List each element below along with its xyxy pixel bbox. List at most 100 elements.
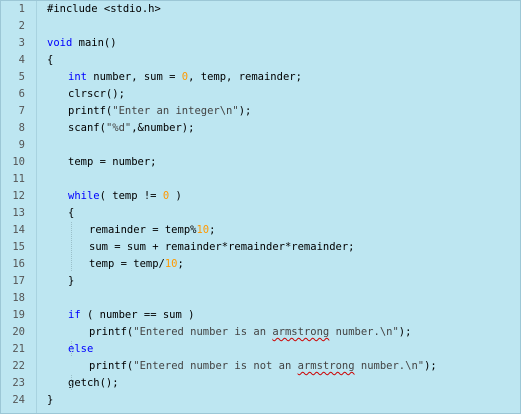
string-token: "Enter an integer\n"	[112, 105, 239, 117]
line-number: 13	[12, 207, 25, 219]
code-token: remainder = temp%	[89, 224, 197, 236]
code-line[interactable]: 18	[1, 290, 520, 307]
code-token: main()	[72, 37, 117, 49]
code-token: }	[68, 275, 75, 287]
code-line[interactable]: 7 printf("Enter an integer\n");	[1, 103, 520, 120]
code-token: {	[47, 54, 54, 66]
line-number: 4	[18, 54, 25, 66]
code-line[interactable]: 13 {	[1, 205, 520, 222]
code-line[interactable]: 16 temp = temp/10;	[1, 256, 520, 273]
code-token: }	[47, 394, 54, 406]
line-code: while( temp != 0 )	[68, 188, 182, 205]
code-line[interactable]: 23 getch();	[1, 375, 520, 392]
line-number: 12	[12, 190, 25, 202]
misspelled-word: armstrong	[297, 360, 355, 372]
code-line[interactable]: 11	[1, 171, 520, 188]
code-line[interactable]: 5 int number, sum = 0, temp, remainder;	[1, 69, 520, 86]
line-number: 19	[12, 309, 25, 321]
code-line[interactable]: 6 clrscr();	[1, 86, 520, 103]
code-line[interactable]: 19 if ( number == sum )	[1, 307, 520, 324]
line-number: 20	[12, 326, 25, 338]
line-number: 17	[12, 275, 25, 287]
code-token: printf(	[89, 360, 134, 372]
line-number: 1	[18, 3, 25, 15]
code-line[interactable]: 8 scanf("%d",&number);	[1, 120, 520, 137]
line-number: 21	[12, 343, 25, 355]
keyword-token: int	[68, 71, 87, 83]
code-token: getch();	[68, 377, 119, 389]
keyword-token: if	[68, 309, 81, 321]
line-code: if ( number == sum )	[68, 307, 194, 324]
line-code: {	[68, 205, 74, 222]
code-token: );	[238, 105, 252, 117]
code-token: temp = number;	[68, 156, 157, 168]
string-token: "Entered number is not an	[133, 360, 298, 372]
line-number: 15	[12, 241, 25, 253]
line-number: 5	[18, 71, 25, 83]
line-number: 24	[12, 394, 25, 406]
code-token: ;	[177, 258, 184, 270]
code-token: #include <stdio.h>	[47, 3, 161, 15]
code-line[interactable]: 20 printf("Entered number is an armstrong…	[1, 324, 520, 341]
code-line[interactable]: 3 void main()	[1, 35, 520, 52]
code-line[interactable]: 10 temp = number;	[1, 154, 520, 171]
code-line[interactable]: 14 remainder = temp%10;	[1, 222, 520, 239]
line-code: remainder = temp%10;	[89, 222, 215, 239]
code-token: , temp, remainder;	[188, 71, 302, 83]
line-code: temp = temp/10;	[89, 256, 184, 273]
code-editor[interactable]: 1 #include <stdio.h> 2 3 void main() 4{5 int n…	[0, 0, 521, 414]
code-token: ;	[209, 224, 216, 236]
code-line[interactable]: 21 else	[1, 341, 520, 358]
indent-guide	[71, 341, 72, 356]
code-line[interactable]: 9	[1, 137, 520, 154]
line-code: {	[47, 52, 53, 69]
code-token: sum = sum + remainder*remainder*remainde…	[89, 241, 355, 253]
line-code: }	[68, 273, 74, 290]
code-token: ( temp !=	[99, 190, 163, 202]
line-number: 7	[18, 105, 25, 117]
code-line[interactable]: 2	[1, 18, 520, 35]
string-token: number.\n"	[329, 326, 399, 338]
line-number: 6	[18, 88, 25, 100]
code-line[interactable]: 24}	[1, 392, 520, 409]
keyword-token: void	[47, 37, 73, 49]
string-token: "Entered number is an	[133, 326, 273, 338]
line-code: void main()	[47, 35, 117, 52]
code-token: );	[398, 326, 412, 338]
line-number: 11	[12, 173, 25, 185]
line-code: printf("Entered number is an armstrong n…	[89, 324, 411, 341]
string-token: number.\n"	[354, 360, 425, 372]
code-line[interactable]: 22 printf("Entered number is not an armst…	[1, 358, 520, 375]
string-token: "%d"	[105, 122, 132, 134]
code-token: clrscr();	[68, 88, 125, 100]
line-code: scanf("%d",&number);	[68, 120, 194, 137]
code-line[interactable]: 15 sum = sum + remainder*remainder*remain…	[1, 239, 520, 256]
code-line[interactable]: 12 while( temp != 0 )	[1, 188, 520, 205]
line-code: }	[47, 392, 53, 409]
line-number: 22	[12, 360, 25, 372]
line-number: 9	[18, 139, 25, 151]
line-code: printf("Entered number is not an armstro…	[89, 358, 437, 375]
line-code: printf("Enter an integer\n");	[68, 103, 251, 120]
line-code: temp = number;	[68, 154, 157, 171]
code-token: ,&number);	[131, 122, 195, 134]
keyword-token: while	[68, 190, 100, 202]
code-token: number, sum =	[86, 71, 182, 83]
line-code: #include <stdio.h>	[47, 1, 161, 18]
code-line[interactable]: 1 #include <stdio.h>	[1, 1, 520, 18]
code-token: printf(	[89, 326, 134, 338]
code-token: printf(	[68, 105, 113, 117]
line-number: 14	[12, 224, 25, 236]
code-token: );	[424, 360, 437, 372]
code-line[interactable]: 17}	[1, 273, 520, 290]
code-token: temp = temp/	[89, 258, 165, 270]
line-code: clrscr();	[68, 86, 125, 103]
line-number: 16	[12, 258, 25, 270]
code-token: {	[68, 207, 75, 219]
code-line[interactable]: 4{	[1, 52, 520, 69]
indent-guide	[71, 222, 72, 271]
line-number: 8	[18, 122, 25, 134]
code-token: scanf(	[68, 122, 106, 134]
line-number: 23	[12, 377, 25, 389]
number-token: 10	[196, 224, 210, 236]
